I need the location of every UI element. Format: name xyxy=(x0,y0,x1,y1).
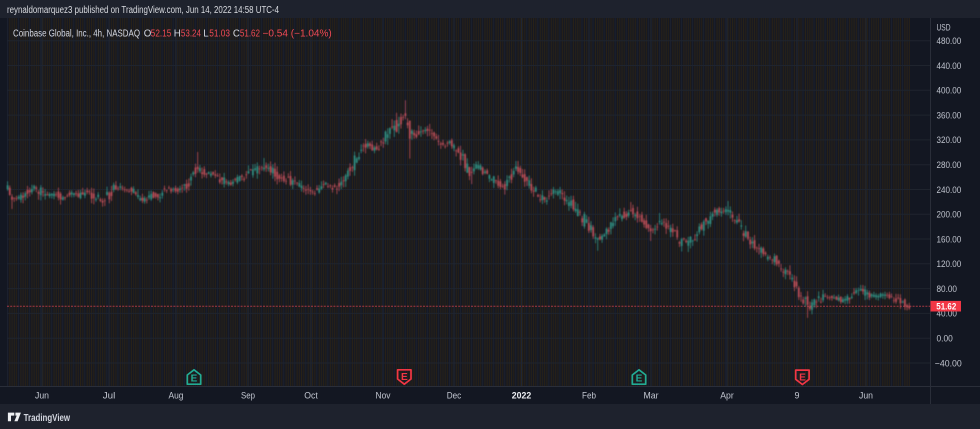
svg-text:2022: 2022 xyxy=(512,390,532,401)
svg-text:80.00: 80.00 xyxy=(937,284,958,294)
svg-text:E: E xyxy=(799,373,806,384)
svg-text:Oct: Oct xyxy=(304,390,318,401)
svg-text:Feb: Feb xyxy=(582,390,596,401)
svg-text:480.00: 480.00 xyxy=(937,36,962,46)
svg-text:Aug: Aug xyxy=(169,390,184,401)
svg-text:360.00: 360.00 xyxy=(937,110,962,120)
svg-text:440.00: 440.00 xyxy=(937,61,962,71)
svg-text:−40.00: −40.00 xyxy=(935,358,962,368)
svg-text:Mar: Mar xyxy=(644,390,659,401)
svg-text:E: E xyxy=(191,374,198,385)
svg-text:Apr: Apr xyxy=(720,390,734,401)
svg-text:H: H xyxy=(174,29,181,40)
svg-text:−0.54 (−1.04%): −0.54 (−1.04%) xyxy=(263,29,332,40)
svg-text:Dec: Dec xyxy=(447,390,462,401)
svg-text:TradingView: TradingView xyxy=(24,412,71,424)
svg-text:400.00: 400.00 xyxy=(937,86,962,96)
svg-text:Coinbase Global, Inc., 4h, NAS: Coinbase Global, Inc., 4h, NASDAQ xyxy=(13,29,140,40)
svg-text:120.00: 120.00 xyxy=(937,259,962,269)
svg-text:53.24: 53.24 xyxy=(181,29,202,40)
svg-text:0.00: 0.00 xyxy=(937,334,953,344)
svg-text:200.00: 200.00 xyxy=(937,210,962,220)
svg-text:Jul: Jul xyxy=(103,390,116,401)
svg-text:51.62: 51.62 xyxy=(240,29,260,40)
svg-text:52.15: 52.15 xyxy=(151,29,172,40)
svg-text:reynaldomarquez3 published on: reynaldomarquez3 published on TradingVie… xyxy=(7,5,279,16)
svg-text:Nov: Nov xyxy=(376,390,391,401)
svg-text:Sep: Sep xyxy=(241,390,255,401)
svg-text:E: E xyxy=(636,374,643,385)
svg-text:9: 9 xyxy=(795,390,800,401)
svg-text:Jun: Jun xyxy=(35,390,49,401)
svg-text:51.62: 51.62 xyxy=(936,302,956,313)
svg-text:240.00: 240.00 xyxy=(937,185,962,195)
svg-text:320.00: 320.00 xyxy=(937,135,962,145)
svg-text:C: C xyxy=(233,29,240,40)
svg-text:Jun: Jun xyxy=(859,390,873,401)
svg-text:E: E xyxy=(401,372,408,383)
svg-text:51.03: 51.03 xyxy=(209,29,230,40)
svg-text:160.00: 160.00 xyxy=(937,234,962,244)
svg-text:280.00: 280.00 xyxy=(937,160,962,170)
svg-text:USD: USD xyxy=(937,23,951,33)
